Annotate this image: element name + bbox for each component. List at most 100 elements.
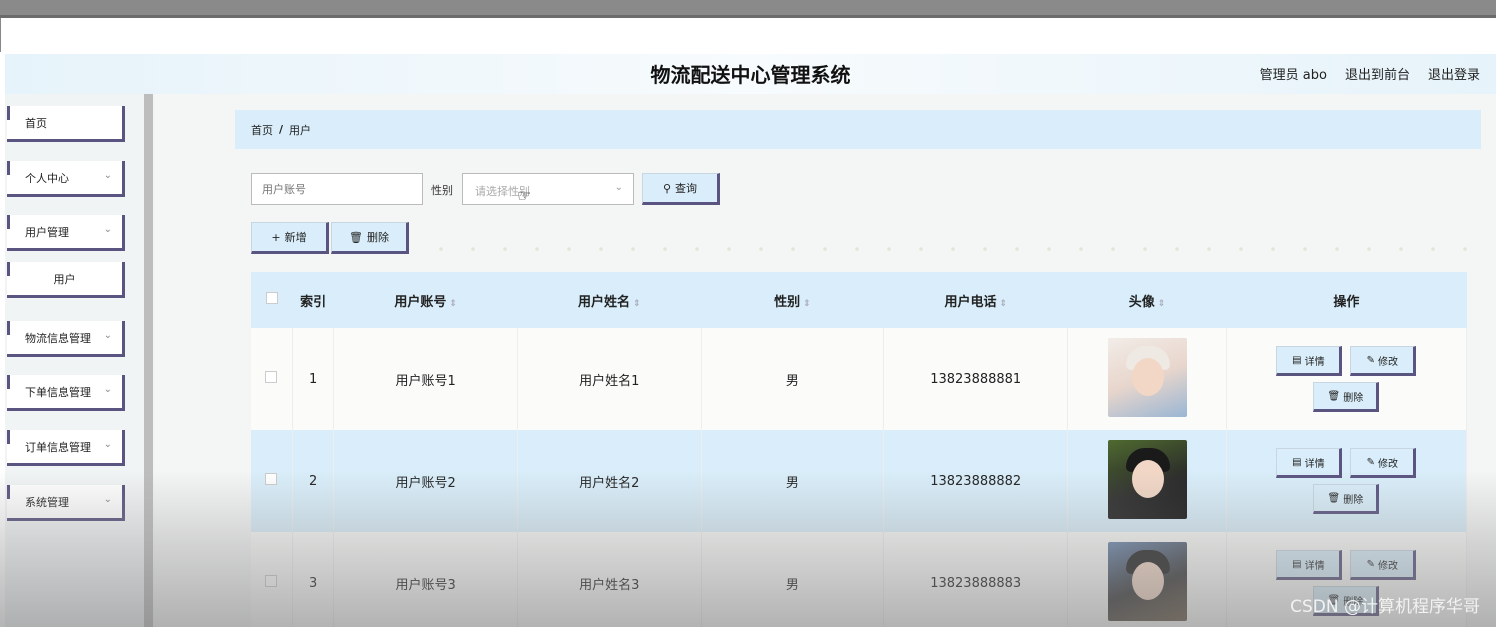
hand-cursor-icon: ☞ [517, 186, 532, 205]
header-account[interactable]: 用户账号 ⇕ [333, 272, 518, 328]
trash-icon: 🗑 [349, 230, 363, 244]
header-ops: 操作 [1226, 272, 1467, 328]
plus-icon: + [271, 230, 281, 244]
select-all-cell [251, 272, 293, 328]
pencil-icon: ✎ [1366, 456, 1376, 468]
sidebar-item-order-info[interactable]: 订单信息管理 ⌄ [7, 430, 125, 466]
detail-button[interactable]: ▤ 详情 [1276, 448, 1343, 478]
chevron-down-icon: ⌄ [103, 494, 112, 505]
chevron-down-icon: ⌄ [103, 170, 112, 181]
chevron-down-icon: ⌄ [103, 439, 112, 450]
avatar [1107, 439, 1187, 519]
sidebar-item-logistics-info[interactable]: 物流信息管理 ⌄ [7, 321, 125, 357]
main-content: 首页 / 用户 性别 请选择性别 ⌄ ☞ ⚲ 查询 + 新增 🗑 删除 [155, 94, 1496, 627]
sidebar-item-personal-center[interactable]: 个人中心 ⌄ [7, 161, 125, 197]
edit-button[interactable]: ✎ 修改 [1350, 448, 1417, 478]
sidebar-item-label: 用户 [53, 272, 76, 286]
row-checkbox[interactable] [265, 371, 278, 383]
gender-select[interactable]: 请选择性别 ⌄ [462, 173, 634, 205]
breadcrumb: 首页 / 用户 [235, 110, 1481, 149]
detail-button[interactable]: ▤ 详情 [1276, 346, 1343, 376]
header-index: 索引 [292, 272, 334, 328]
chevron-down-icon: ⌄ [103, 224, 112, 235]
cell-gender: 男 [701, 430, 885, 532]
sort-icon[interactable]: ⇕ [633, 299, 641, 309]
edit-button[interactable]: ✎ 修改 [1350, 550, 1417, 580]
select-all-checkbox[interactable] [265, 292, 278, 304]
breadcrumb-home[interactable]: 首页 [251, 122, 273, 138]
account-search-input[interactable] [251, 173, 423, 205]
sidebar-item-label: 物流信息管理 [25, 331, 91, 345]
window-address-area [0, 18, 1496, 52]
cell-index: 2 [292, 430, 335, 532]
exit-to-front-link[interactable]: 退出到前台 [1345, 64, 1410, 83]
row-checkbox-cell [251, 532, 293, 627]
detail-button[interactable]: ▤ 详情 [1276, 550, 1343, 580]
sidebar-item-label: 用户管理 [25, 225, 69, 239]
row-checkbox[interactable] [265, 575, 278, 587]
trash-icon: 🗑 [1327, 390, 1341, 402]
chevron-down-icon: ⌄ [103, 330, 112, 341]
cell-gender: 男 [701, 328, 885, 430]
header-name[interactable]: 用户姓名 ⇕ [517, 272, 702, 328]
watermark: CSDN @计算机程序华哥 [1290, 597, 1480, 617]
header-avatar[interactable]: 头像 ⇕ [1067, 272, 1227, 328]
delete-button-label: 删除 [366, 231, 389, 244]
users-table: 索引 用户账号 ⇕ 用户姓名 ⇕ 性别 ⇕ 用户电话 ⇕ 头像 ⇕ 操作 1 用户账号1 … [251, 272, 1468, 627]
table-row: 3 用户账号3 用户姓名3 男 13823888883 ▤ 详情 ✎ 修改 🗑 删除 [251, 532, 1468, 627]
avatar [1107, 541, 1187, 621]
add-button[interactable]: + 新增 [251, 222, 329, 254]
header-gender[interactable]: 性别 ⇕ [701, 272, 884, 328]
sidebar-item-user-management[interactable]: 用户管理 ⌄ [7, 215, 125, 251]
cell-name: 用户姓名3 [517, 532, 702, 627]
sidebar-item-label: 首页 [25, 116, 47, 130]
admin-user-label[interactable]: 管理员 abo [1260, 64, 1327, 83]
table-row: 2 用户账号2 用户姓名2 男 13823888882 ▤ 详情 ✎ 修改 🗑 删除 [251, 430, 1468, 532]
table-header-row: 索引 用户账号 ⇕ 用户姓名 ⇕ 性别 ⇕ 用户电话 ⇕ 头像 ⇕ 操作 [251, 272, 1467, 328]
sidebar-item-order-placement[interactable]: 下单信息管理 ⌄ [7, 375, 125, 411]
cell-name: 用户姓名1 [517, 328, 702, 430]
cell-avatar [1067, 430, 1227, 532]
sidebar-item-label: 个人中心 [25, 171, 69, 185]
query-button-label: 查询 [675, 182, 698, 195]
sidebar-item-label: 订单信息管理 [25, 440, 91, 454]
cell-ops: ▤ 详情 ✎ 修改 🗑 删除 [1226, 328, 1468, 430]
header-phone[interactable]: 用户电话 ⇕ [883, 272, 1068, 328]
sort-icon[interactable]: ⇕ [999, 299, 1007, 309]
search-icon: ⚲ [662, 181, 672, 195]
sidebar: 首页 个人中心 ⌄ 用户管理 ⌄ 用户 物流信息管理 ⌄ 下单信息管理 ⌄ 订单… [5, 94, 153, 627]
add-button-label: 新增 [284, 231, 307, 244]
breadcrumb-current: 用户 [289, 123, 312, 137]
sort-icon[interactable]: ⇕ [803, 299, 811, 309]
doc-icon: ▤ [1292, 354, 1302, 366]
logout-link[interactable]: 退出登录 [1428, 64, 1480, 83]
row-delete-button[interactable]: 🗑 删除 [1313, 382, 1380, 412]
sidebar-item-system[interactable]: 系统管理 ⌄ [7, 485, 125, 521]
app-header: 物流配送中心管理系统 管理员 abo 退出到前台 退出登录 [5, 54, 1496, 94]
sidebar-scrollbar[interactable] [144, 94, 153, 627]
app-window: 物流配送中心管理系统 管理员 abo 退出到前台 退出登录 首页 个人中心 ⌄ … [5, 54, 1496, 627]
window-top-band [0, 0, 1496, 18]
delete-button[interactable]: 🗑 删除 [331, 222, 409, 254]
query-button[interactable]: ⚲ 查询 [642, 173, 720, 205]
sort-icon[interactable]: ⇕ [449, 299, 457, 309]
doc-icon: ▤ [1292, 558, 1302, 570]
row-checkbox[interactable] [265, 473, 278, 485]
sidebar-item-home[interactable]: 首页 [7, 106, 125, 142]
pencil-icon: ✎ [1366, 354, 1376, 366]
cell-ops: ▤ 详情 ✎ 修改 🗑 删除 [1226, 430, 1468, 532]
row-delete-button[interactable]: 🗑 删除 [1313, 484, 1380, 514]
sidebar-item-users[interactable]: 用户 [7, 262, 125, 298]
cell-phone: 13823888883 [883, 532, 1069, 627]
cell-gender: 男 [701, 532, 885, 627]
edit-button[interactable]: ✎ 修改 [1350, 346, 1417, 376]
gender-label: 性别 [431, 184, 453, 197]
sidebar-item-label: 系统管理 [25, 495, 69, 509]
sort-icon[interactable]: ⇕ [1158, 299, 1166, 309]
cell-index: 1 [292, 328, 335, 430]
chevron-down-icon: ⌄ [614, 182, 623, 193]
table-row: 1 用户账号1 用户姓名1 男 13823888881 ▤ 详情 ✎ 修改 🗑 删除 [251, 328, 1468, 430]
breadcrumb-separator: / [279, 123, 284, 136]
cell-phone: 13823888882 [883, 430, 1069, 532]
cell-name: 用户姓名2 [517, 430, 702, 532]
